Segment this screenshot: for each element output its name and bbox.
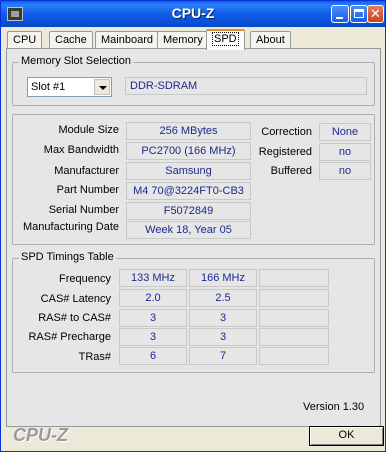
module-size-value: 256 MBytes (126, 122, 251, 140)
timing-row-label: TRas# (78, 351, 111, 363)
part-number-label: Part Number (56, 184, 119, 196)
timing-cell: 3 (119, 309, 187, 327)
slot-select[interactable]: Slot #1 (27, 77, 112, 97)
timing-cell (259, 347, 329, 365)
manufacturing-date-label: Manufacturing Date (23, 221, 119, 233)
timing-cell: 6 (119, 347, 187, 365)
slot-selection-label: Memory Slot Selection (19, 55, 134, 67)
title-bar[interactable]: CPU-Z ✕ (1, 1, 385, 27)
max-bandwidth-value: PC2700 (166 MHz) (126, 142, 251, 160)
registered-value: no (319, 143, 371, 161)
manufacturing-date-value: Week 18, Year 05 (126, 221, 251, 239)
spd-timings-label: SPD Timings Table (19, 251, 116, 263)
tab-cpu[interactable]: CPU (7, 31, 43, 49)
timing-cell: 3 (119, 328, 187, 346)
memory-type-value: DDR-SDRAM (125, 77, 367, 95)
ok-button[interactable]: OK (309, 426, 384, 446)
timing-cell: 166 MHz (189, 269, 257, 287)
brand-logo: CPU-Z (13, 425, 68, 445)
tab-cache-label: Cache (55, 34, 87, 46)
manufacturer-value: Samsung (126, 162, 251, 180)
timing-row-label: CAS# Latency (40, 293, 111, 305)
window-title: CPU-Z (171, 5, 215, 21)
tab-memory[interactable]: Memory (157, 31, 209, 49)
correction-value: None (319, 123, 371, 141)
tab-cpu-label: CPU (13, 34, 37, 46)
tab-mainboard-label: Mainboard (101, 34, 153, 46)
version-label: Version 1.30 (303, 401, 365, 413)
timing-row-label: RAS# Precharge (28, 331, 111, 343)
tab-memory-label: Memory (163, 34, 203, 46)
slot-select-value: Slot #1 (31, 81, 66, 93)
part-number-value: M4 70@3224FT0-CB3 (126, 182, 251, 200)
timing-cell: 2.5 (189, 289, 257, 307)
tab-cache[interactable]: Cache (49, 31, 93, 49)
timing-cell (259, 289, 329, 307)
minimize-button[interactable] (331, 5, 349, 23)
serial-number-label: Serial Number (48, 204, 119, 216)
timing-cell: 2.0 (119, 289, 187, 307)
timing-cell: 133 MHz (119, 269, 187, 287)
registered-label: Registered (258, 146, 312, 158)
tab-spd-label: SPD (212, 32, 239, 46)
module-size-label: Module Size (58, 124, 119, 136)
timing-row-label: Frequency (59, 273, 111, 285)
timing-cell: 3 (189, 309, 257, 327)
max-bandwidth-label: Max Bandwidth (43, 144, 119, 156)
timing-cell (259, 269, 329, 287)
buffered-label: Buffered (270, 165, 312, 177)
timing-cell: 7 (189, 347, 257, 365)
maximize-button[interactable] (350, 5, 368, 23)
close-icon: ✕ (370, 6, 381, 21)
tab-mainboard[interactable]: Mainboard (95, 31, 159, 49)
tab-about-label: About (256, 34, 285, 46)
chevron-down-icon[interactable] (94, 79, 110, 95)
tab-about[interactable]: About (250, 31, 291, 49)
tab-spd[interactable]: SPD (206, 29, 245, 50)
timing-cell: 3 (189, 328, 257, 346)
timing-cell (259, 328, 329, 346)
cpuz-window: CPU-Z ✕ CPU Cache Mainboard Memory SPD A… (0, 0, 386, 452)
serial-number-value: F5072849 (126, 202, 251, 220)
buffered-value: no (319, 162, 371, 180)
timing-cell (259, 309, 329, 327)
timing-row-label: RAS# to CAS# (38, 312, 111, 324)
manufacturer-label: Manufacturer (54, 165, 119, 177)
spd-panel: Memory Slot Selection Slot #1 DDR-SDRAM … (6, 48, 381, 427)
correction-label: Correction (261, 126, 312, 138)
close-button[interactable]: ✕ (367, 5, 384, 23)
